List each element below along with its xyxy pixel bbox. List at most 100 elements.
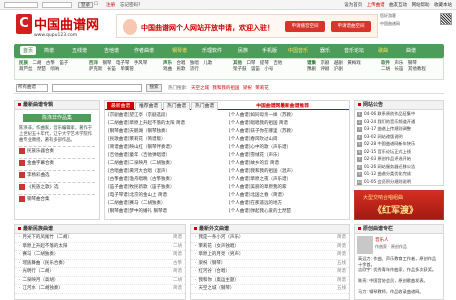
musician-item[interactable]: 马力: 钢琴教师，作品收录曲谱网。	[355, 289, 443, 300]
subnav-head[interactable]: 谱集	[307, 61, 316, 66]
album-tag[interactable]: 金曲字幕合奏	[19, 158, 95, 168]
favorite-link[interactable]: 收藏本站	[434, 3, 452, 8]
subnav-link[interactable]: 沪剧	[334, 67, 343, 72]
score-link[interactable]: [个人曲谱]唱唱我的祖国 简谱	[229, 120, 349, 128]
score-link[interactable]: [个人曲谱]美丽的草原我的家	[229, 184, 349, 192]
score-item[interactable]: 瑶族舞曲（民乐合奏） 古筝	[15, 260, 185, 268]
nav-instruments[interactable]: 器乐	[320, 47, 330, 54]
site-logo[interactable]: C 中国曲谱网 www.qupu123.com	[16, 14, 106, 40]
album-tag[interactable]: 《民族之歌》选	[19, 182, 95, 192]
apply-broadcast-button[interactable]: 申请播音空间	[285, 21, 325, 32]
score-link[interactable]: [个人曲谱]孩子你在哪里（苏教）	[229, 128, 349, 136]
featured-album[interactable]: 陈涤非作品集	[23, 114, 91, 122]
nav-author[interactable]: 作者曲谱	[134, 47, 154, 54]
hot-search-link[interactable]: 梁祝	[243, 86, 252, 91]
score-item[interactable]: 茉莉花（女声独唱） 简谱	[191, 243, 349, 251]
score-item[interactable]: 梁祝（钢琴） 五线	[191, 260, 349, 268]
score-link[interactable]: [简谱曲谱]映山红（钢琴伴奏谱）	[108, 144, 228, 152]
score-link[interactable]: [个人曲谱]弹起我心爱的土琵琶	[229, 208, 349, 216]
score-link[interactable]: [个人曲谱]我和我的祖国（混声）	[229, 168, 349, 176]
subnav-link[interactable]: 萨克斯	[89, 67, 103, 72]
register-link[interactable]: 注册	[106, 2, 115, 8]
score-item[interactable]: 红河谷（合唱） 简谱	[191, 268, 349, 277]
login-button[interactable]: 登录	[78, 2, 93, 8]
subnav-head[interactable]: 其他	[233, 61, 242, 66]
featured-musician[interactable]: 音乐人 作曲家 · 原创作品	[355, 234, 443, 256]
announcement-item[interactable]: 1 04-06 联系原创作品征集中	[355, 110, 443, 118]
album-tag[interactable]: 李杨彩曲选	[19, 170, 95, 180]
subnav-link[interactable]: 古筝	[46, 61, 55, 66]
album-tag[interactable]: 民族乐器合奏	[19, 146, 95, 156]
subnav-link[interactable]: 戏曲	[163, 67, 172, 72]
subnav-link[interactable]: 吉他	[273, 61, 282, 66]
announcement-item[interactable]: 4 03-02 网站改版说明	[355, 133, 443, 141]
subnav-link[interactable]: 葫芦丝	[19, 67, 33, 72]
subnav-link[interactable]: 京剧	[320, 61, 329, 66]
nav-piano[interactable]: 钢琴谱	[172, 47, 187, 54]
score-link[interactable]: [京剧曲谱]望江亭（京剧选段）	[108, 112, 228, 120]
help-link[interactable]: 网站帮助	[412, 3, 430, 8]
subnav-link[interactable]: 二胡	[381, 67, 390, 72]
tab-hot[interactable]: 热门曲谱	[163, 102, 191, 110]
subnav-head[interactable]: 软件	[381, 61, 390, 66]
subnav-link[interactable]: 长笛	[394, 67, 403, 72]
subnav-link[interactable]: 单簧管	[120, 67, 134, 72]
musician-item[interactable]: 高远力: 作曲、声乐教育工作者，原创作品十余首。	[355, 256, 443, 267]
subnav-link[interactable]: 架子鼓	[233, 67, 247, 72]
subnav-link[interactable]: 黄梅戏	[347, 61, 361, 66]
subnav-link[interactable]: 流行	[190, 67, 199, 72]
subnav-link[interactable]: 钢琴	[102, 61, 111, 66]
nav-staff[interactable]: 五线谱	[72, 47, 87, 54]
nav-software[interactable]: 乐理软件	[202, 47, 222, 54]
tab-recommended[interactable]: 推荐曲谱	[135, 102, 163, 110]
announcement-item[interactable]: 6 02-15 音乐论坛正式上线	[355, 148, 443, 156]
nav-home[interactable]: 首页	[20, 46, 37, 55]
promo-ad[interactable]: 大型交响合唱组曲 《红军渡》	[354, 190, 444, 220]
subnav-head[interactable]: 西洋	[89, 61, 98, 66]
nav-guitar[interactable]: 吉他谱	[104, 47, 119, 54]
score-item[interactable]: 天空之城（钢琴） 五线	[191, 285, 349, 294]
apply-composer-button[interactable]: 申请谱曲空间	[331, 21, 371, 32]
score-link[interactable]: [钢琴曲谱]天鹅湖（钢琴独奏）	[108, 128, 228, 136]
score-link[interactable]: [个人曲谱]春风吹过山岗	[229, 136, 349, 144]
score-link[interactable]: [个人曲谱]雪绒花（声乐）	[229, 152, 349, 160]
announcement-item[interactable]: 7 02-03 原创作品评选开始	[355, 155, 443, 163]
score-item[interactable]: 草原上升起不落的太阳 二胡	[15, 243, 185, 251]
tab-latest[interactable]: 最新曲谱	[107, 102, 135, 110]
subnav-link[interactable]: 小号	[264, 67, 273, 72]
score-link[interactable]: [个人曲谱]故乡的云 简谱	[229, 160, 349, 168]
password-field[interactable]	[42, 2, 72, 8]
subnav-link[interactable]: 民歌	[176, 67, 185, 72]
subnav-head[interactable]: 声乐	[163, 61, 172, 66]
subnav-link[interactable]: 琵琶	[37, 67, 46, 72]
score-link[interactable]: [民歌曲谱]茉莉花（简谱版）	[108, 136, 228, 144]
announcement-item[interactable]: 5 02-28 中国曲谱网新年快乐	[355, 140, 443, 148]
announcement-item[interactable]: 3 03-17 曲谱上传规则调整	[355, 125, 443, 133]
score-link[interactable]: [二胡曲谱]二泉映月（二胡独奏）	[108, 160, 228, 168]
community-link[interactable]: 曲友互动	[389, 3, 407, 8]
hot-search-link[interactable]: 茉莉花	[255, 86, 269, 91]
announcement-item[interactable]: 10 01-05 会员积分规则说明	[355, 178, 443, 186]
score-link[interactable]: [吉他曲谱]童年（吉他弹唱谱）	[108, 152, 228, 160]
subnav-link[interactable]: 其他教程	[408, 67, 426, 72]
subnav-link[interactable]: 竖笛	[251, 67, 260, 72]
score-item[interactable]: 江河水（二胡独奏） 简谱	[15, 285, 185, 294]
subnav-link[interactable]: 越剧	[334, 61, 343, 66]
nav-mobile[interactable]: 手机版	[262, 47, 277, 54]
nav-songs[interactable]: 歌曲	[378, 47, 388, 54]
score-link[interactable]: [个人曲谱]如同母亲一样（苏教）	[229, 112, 349, 120]
subnav-link[interactable]: 儿歌	[203, 61, 212, 66]
subnav-link[interactable]: 二胡	[32, 61, 41, 66]
header-banner[interactable]: 中国曲谱网个人网站开放申请，欢迎入驻！ 申请播音空间 申请谱曲空间	[116, 14, 378, 38]
subnav-link[interactable]: 独唱	[190, 61, 199, 66]
search-category-select[interactable]: 所有曲谱	[16, 84, 48, 92]
subnav-link[interactable]: 手风琴	[134, 61, 148, 66]
subnav-link[interactable]: 钢琴	[408, 61, 417, 66]
score-item[interactable]: 月光下的凤尾竹（二胡） 简谱	[15, 234, 185, 243]
nav-chinese-music[interactable]: 中国音乐	[288, 47, 308, 54]
subnav-link[interactable]: 评剧	[320, 67, 329, 72]
nav-scores[interactable]: 曲谱	[406, 47, 416, 54]
score-link[interactable]: [个人曲谱]在那遥远的地方	[229, 200, 349, 208]
subnav-link[interactable]: 声乐	[394, 61, 403, 66]
score-item[interactable]: 草原上的月亮（男声） 简谱	[191, 251, 349, 260]
